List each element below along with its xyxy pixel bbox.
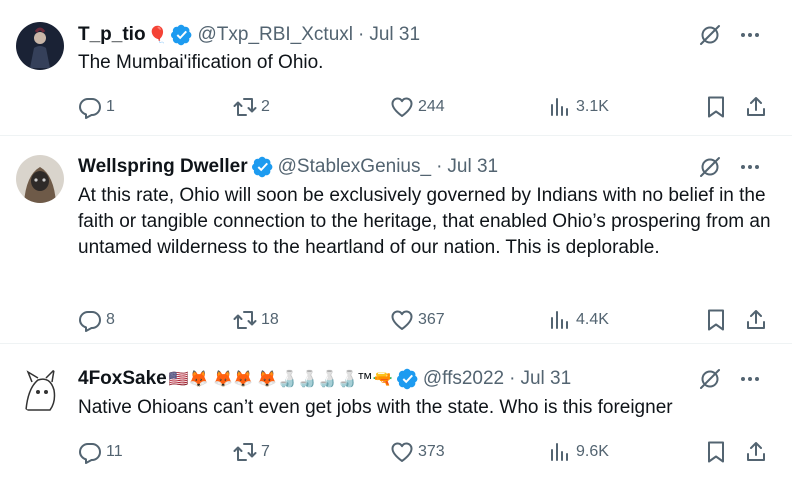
reply-count: 8	[106, 311, 115, 328]
tweet-header: 4FoxSake 🇺🇸🦊 🦊🦊 🦊🍶🍶🍶🍶™🔫 @ffs2022 · Jul 3…	[78, 367, 571, 391]
like-count: 244	[418, 98, 445, 115]
bookmark-icon	[704, 308, 728, 332]
repost-button[interactable]: 7	[233, 440, 270, 464]
verified-badge-icon	[171, 24, 193, 46]
action-bar: 8 18 367 4.4K	[78, 308, 768, 332]
display-name[interactable]: Wellspring Dweller	[78, 156, 248, 178]
share-button[interactable]	[744, 440, 772, 464]
share-icon	[744, 95, 768, 119]
grok-icon[interactable]	[698, 155, 722, 179]
action-bar: 1 2 244 3.1K	[78, 95, 768, 119]
more-icon[interactable]	[738, 23, 762, 47]
display-name[interactable]: 4FoxSake	[78, 368, 167, 390]
separator-dot: ·	[358, 24, 365, 45]
tweet[interactable]: 4FoxSake 🇺🇸🦊 🦊🦊 🦊🍶🍶🍶🍶™🔫 @ffs2022 · Jul 3…	[0, 344, 792, 488]
reply-count: 1	[106, 98, 115, 115]
like-count: 367	[418, 311, 445, 328]
reply-button[interactable]: 8	[78, 308, 115, 332]
grok-icon[interactable]	[698, 23, 722, 47]
avatar[interactable]	[16, 366, 64, 414]
views-icon	[548, 95, 572, 119]
separator-dot: ·	[436, 156, 443, 177]
handle[interactable]: @StablexGenius_	[278, 156, 431, 178]
repost-icon	[233, 95, 257, 119]
timestamp[interactable]: Jul 31	[520, 368, 571, 390]
grok-icon[interactable]	[698, 367, 722, 391]
share-button[interactable]	[744, 308, 772, 332]
bookmark-button[interactable]	[704, 95, 732, 119]
avatar[interactable]	[16, 155, 64, 203]
repost-count: 7	[261, 443, 270, 460]
action-bar: 11 7 373 9.6K	[78, 440, 768, 464]
views-icon	[548, 440, 572, 464]
separator-dot: ·	[509, 368, 516, 389]
views-button[interactable]: 4.4K	[548, 308, 609, 332]
tweet-text: Native Ohioans can’t even get jobs with …	[78, 397, 673, 418]
reply-button[interactable]: 1	[78, 95, 115, 119]
name-emoji: 🎈	[147, 27, 168, 44]
more-icon[interactable]	[738, 155, 762, 179]
verified-badge-icon	[397, 368, 419, 390]
repost-button[interactable]: 2	[233, 95, 270, 119]
repost-icon	[233, 440, 257, 464]
avatar[interactable]	[16, 22, 64, 70]
like-button[interactable]: 373	[390, 440, 445, 464]
bookmark-icon	[704, 95, 728, 119]
like-button[interactable]: 244	[390, 95, 445, 119]
repost-count: 2	[261, 98, 270, 115]
views-button[interactable]: 3.1K	[548, 95, 609, 119]
more-icon[interactable]	[738, 367, 762, 391]
bookmark-button[interactable]	[704, 308, 732, 332]
handle[interactable]: @ffs2022	[423, 368, 504, 390]
repost-count: 18	[261, 311, 279, 328]
tweet-text: At this rate, Ohio will soon be exclusiv…	[78, 185, 771, 258]
reply-count: 11	[106, 443, 123, 460]
reply-icon	[78, 308, 102, 332]
view-count: 9.6K	[576, 443, 609, 460]
tweet-text: The Mumbai'ification of Ohio.	[78, 52, 324, 73]
share-icon	[744, 440, 768, 464]
like-icon	[390, 95, 414, 119]
bookmark-button[interactable]	[704, 440, 732, 464]
reply-icon	[78, 95, 102, 119]
handle[interactable]: @Txp_RBI_Xctuxl	[197, 24, 353, 46]
share-button[interactable]	[744, 95, 772, 119]
verified-badge-icon	[252, 156, 274, 178]
share-icon	[744, 308, 768, 332]
view-count: 3.1K	[576, 98, 609, 115]
tweet-header: T_p_tio 🎈 @Txp_RBI_Xctuxl · Jul 31	[78, 23, 420, 47]
display-name[interactable]: T_p_tio	[78, 24, 146, 46]
like-icon	[390, 308, 414, 332]
views-button[interactable]: 9.6K	[548, 440, 609, 464]
repost-icon	[233, 308, 257, 332]
tweet[interactable]: T_p_tio 🎈 @Txp_RBI_Xctuxl · Jul 31 The M…	[0, 0, 792, 136]
reply-icon	[78, 440, 102, 464]
repost-button[interactable]: 18	[233, 308, 279, 332]
tweet[interactable]: Wellspring Dweller @StablexGenius_ · Jul…	[0, 136, 792, 344]
timestamp[interactable]: Jul 31	[369, 24, 420, 46]
like-count: 373	[418, 443, 445, 460]
bookmark-icon	[704, 440, 728, 464]
timestamp[interactable]: Jul 31	[447, 156, 498, 178]
tweet-header: Wellspring Dweller @StablexGenius_ · Jul…	[78, 155, 498, 179]
like-button[interactable]: 367	[390, 308, 445, 332]
name-emoji: 🇺🇸🦊 🦊🦊 🦊🍶🍶🍶🍶™🔫	[168, 371, 393, 388]
views-icon	[548, 308, 572, 332]
view-count: 4.4K	[576, 311, 609, 328]
like-icon	[390, 440, 414, 464]
reply-button[interactable]: 11	[78, 440, 123, 464]
